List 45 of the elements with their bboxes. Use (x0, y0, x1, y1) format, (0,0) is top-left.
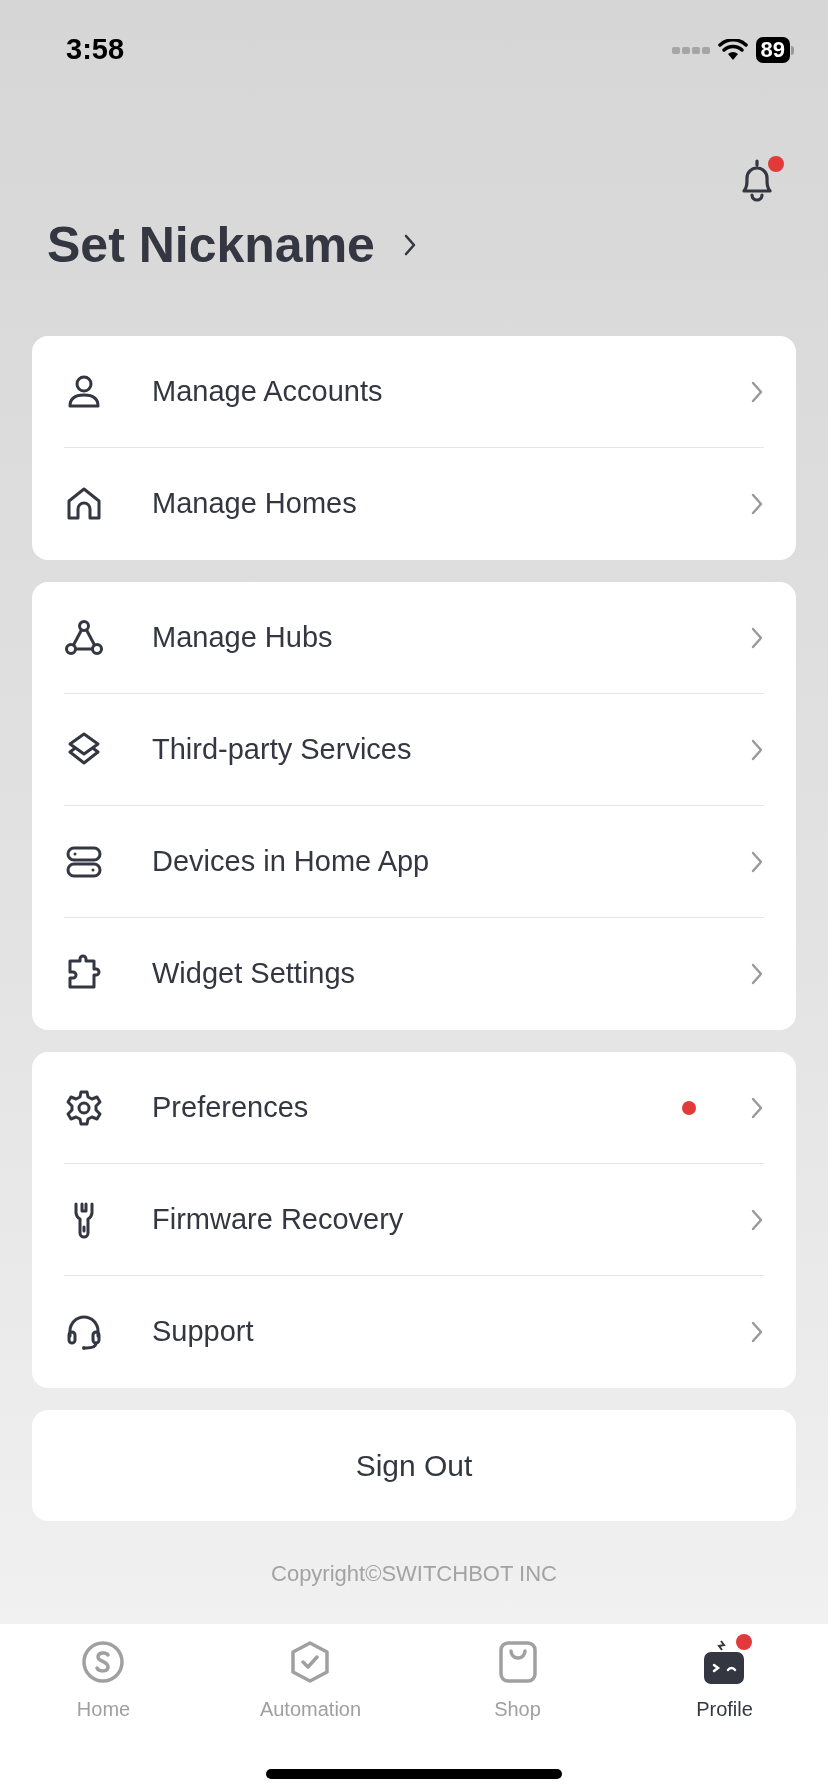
menu-label: Manage Hubs (152, 619, 334, 655)
tab[interactable]: Profile (688, 1632, 761, 1732)
menu-label: Manage Accounts (152, 373, 384, 409)
nickname-title: Set Nickname (47, 215, 375, 275)
chevron-right-icon (750, 1207, 764, 1232)
menu-label: Preferences (152, 1089, 310, 1125)
tab-label: Home (76, 1697, 131, 1722)
menu-item[interactable]: Manage Accounts (64, 336, 764, 448)
wifi-icon (717, 39, 748, 61)
menu-item[interactable]: Preferences (64, 1052, 764, 1164)
sign-out-button[interactable]: Sign Out (32, 1410, 796, 1521)
chevron-right-icon (750, 962, 764, 986)
status-time: 3:58 (66, 32, 125, 68)
chevron-right-icon (750, 849, 764, 874)
chevron-right-icon (402, 233, 417, 257)
battery-level: 89 (755, 37, 790, 63)
chevron-right-icon (750, 625, 764, 650)
nickname-link[interactable]: Set Nickname (0, 210, 828, 280)
menu-item[interactable]: Widget Settings (64, 918, 764, 1030)
s-circle-icon (81, 1640, 126, 1684)
signal-icon (671, 45, 710, 55)
network-icon (64, 617, 104, 658)
menu-label: Devices in Home App (152, 843, 431, 879)
tab-label: Automation (259, 1697, 362, 1722)
menu-item[interactable]: Devices in Home App (64, 806, 764, 918)
menu-label: Widget Settings (152, 956, 357, 992)
menu-item[interactable]: Manage Hubs (64, 582, 764, 694)
chevron-right-icon (750, 737, 764, 762)
chevron-right-icon (750, 492, 764, 516)
menu-label: Support (152, 1314, 255, 1350)
battery-cap (791, 45, 794, 55)
menu-item[interactable]: Third-party Services (64, 694, 764, 806)
chevron-right-icon (750, 379, 764, 404)
tab-label: Shop (494, 1697, 541, 1722)
robot-icon (702, 1640, 747, 1684)
menu-item[interactable]: Firmware Recovery (64, 1164, 764, 1276)
menu-item[interactable]: Manage Homes (64, 448, 764, 560)
menu-label: Firmware Recovery (152, 1201, 405, 1237)
menu-label: Third-party Services (152, 731, 413, 767)
chevron-right-icon (750, 1320, 764, 1344)
menu-label: Manage Homes (152, 486, 358, 522)
chevron-right-icon (750, 1095, 764, 1120)
menu-item[interactable]: Support (64, 1276, 764, 1388)
copyright-text: Copyright©SWITCHBOT INC (271, 1560, 557, 1588)
tab-label: Profile (696, 1697, 753, 1722)
